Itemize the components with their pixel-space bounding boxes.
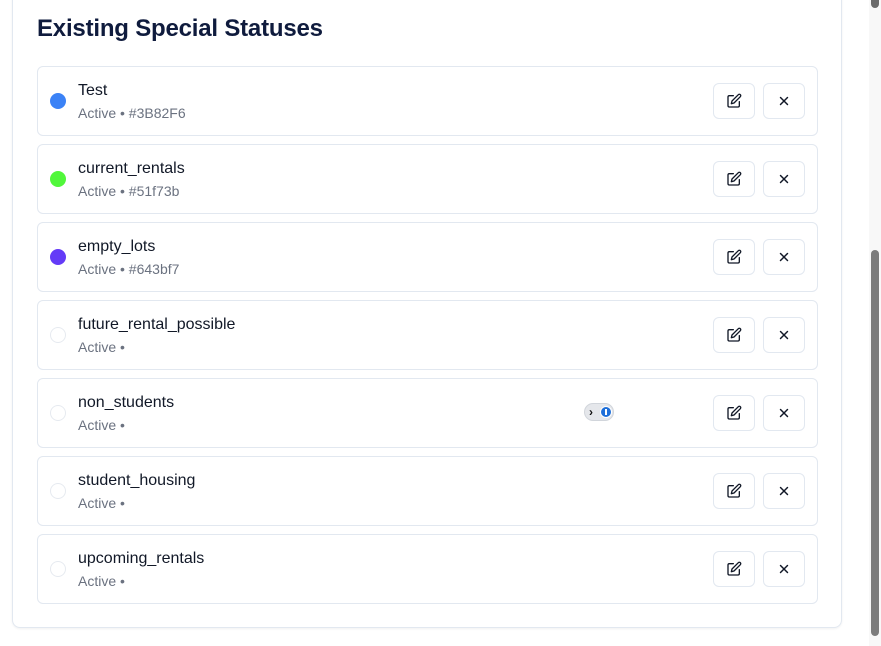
delete-button[interactable] xyxy=(763,473,805,509)
edit-button[interactable] xyxy=(713,395,755,431)
chevron-right-icon: › xyxy=(589,405,593,419)
edit-icon xyxy=(727,249,742,264)
status-name: student_housing xyxy=(78,472,196,489)
close-icon xyxy=(779,252,789,262)
status-color-dot xyxy=(50,93,66,109)
edit-button[interactable] xyxy=(713,83,755,119)
status-meta: Active • xyxy=(78,417,125,433)
status-item-future-rental-possible: future_rental_possible Active • xyxy=(37,300,818,370)
status-color-dot xyxy=(50,171,66,187)
status-color-dot xyxy=(50,561,66,577)
edit-icon xyxy=(727,171,742,186)
close-icon xyxy=(779,486,789,496)
status-item-student-housing: student_housing Active • xyxy=(37,456,818,526)
delete-button[interactable] xyxy=(763,551,805,587)
status-name: future_rental_possible xyxy=(78,316,236,333)
close-icon xyxy=(779,96,789,106)
edit-button[interactable] xyxy=(713,473,755,509)
password-manager-logo-icon xyxy=(600,406,612,418)
status-color-dot xyxy=(50,483,66,499)
status-item-non-students: non_students Active • › xyxy=(37,378,818,448)
status-color-dot xyxy=(50,249,66,265)
status-color-dot xyxy=(50,327,66,343)
edit-icon xyxy=(727,405,742,420)
delete-button[interactable] xyxy=(763,395,805,431)
close-icon xyxy=(779,564,789,574)
delete-button[interactable] xyxy=(763,161,805,197)
status-item-current-rentals: current_rentals Active • #51f73b xyxy=(37,144,818,214)
status-meta: Active • xyxy=(78,339,125,355)
status-name: upcoming_rentals xyxy=(78,550,205,567)
edit-icon xyxy=(727,483,742,498)
status-item-empty-lots: empty_lots Active • #643bf7 xyxy=(37,222,818,292)
status-name: non_students xyxy=(78,394,175,411)
status-item-upcoming-rentals: upcoming_rentals Active • xyxy=(37,534,818,604)
edit-button[interactable] xyxy=(713,317,755,353)
scrollbar-top-cap[interactable] xyxy=(871,0,879,8)
password-manager-icon[interactable]: › xyxy=(584,403,614,421)
edit-icon xyxy=(727,561,742,576)
status-name: current_rentals xyxy=(78,160,185,177)
status-meta: Active • #643bf7 xyxy=(78,261,180,277)
status-item-test: Test Active • #3B82F6 xyxy=(37,66,818,136)
edit-icon xyxy=(727,93,742,108)
status-meta: Active • xyxy=(78,495,125,511)
section-title: Existing Special Statuses xyxy=(37,15,323,42)
delete-button[interactable] xyxy=(763,317,805,353)
status-meta: Active • xyxy=(78,573,125,589)
status-color-dot xyxy=(50,405,66,421)
edit-icon xyxy=(727,327,742,342)
close-icon xyxy=(779,174,789,184)
status-meta: Active • #51f73b xyxy=(78,183,180,199)
scrollbar-thumb[interactable] xyxy=(871,250,879,636)
status-name: empty_lots xyxy=(78,238,156,255)
edit-button[interactable] xyxy=(713,239,755,275)
delete-button[interactable] xyxy=(763,83,805,119)
close-icon xyxy=(779,408,789,418)
edit-button[interactable] xyxy=(713,551,755,587)
close-icon xyxy=(779,330,789,340)
status-name: Test xyxy=(78,82,108,99)
status-meta: Active • #3B82F6 xyxy=(78,105,186,121)
delete-button[interactable] xyxy=(763,239,805,275)
edit-button[interactable] xyxy=(713,161,755,197)
